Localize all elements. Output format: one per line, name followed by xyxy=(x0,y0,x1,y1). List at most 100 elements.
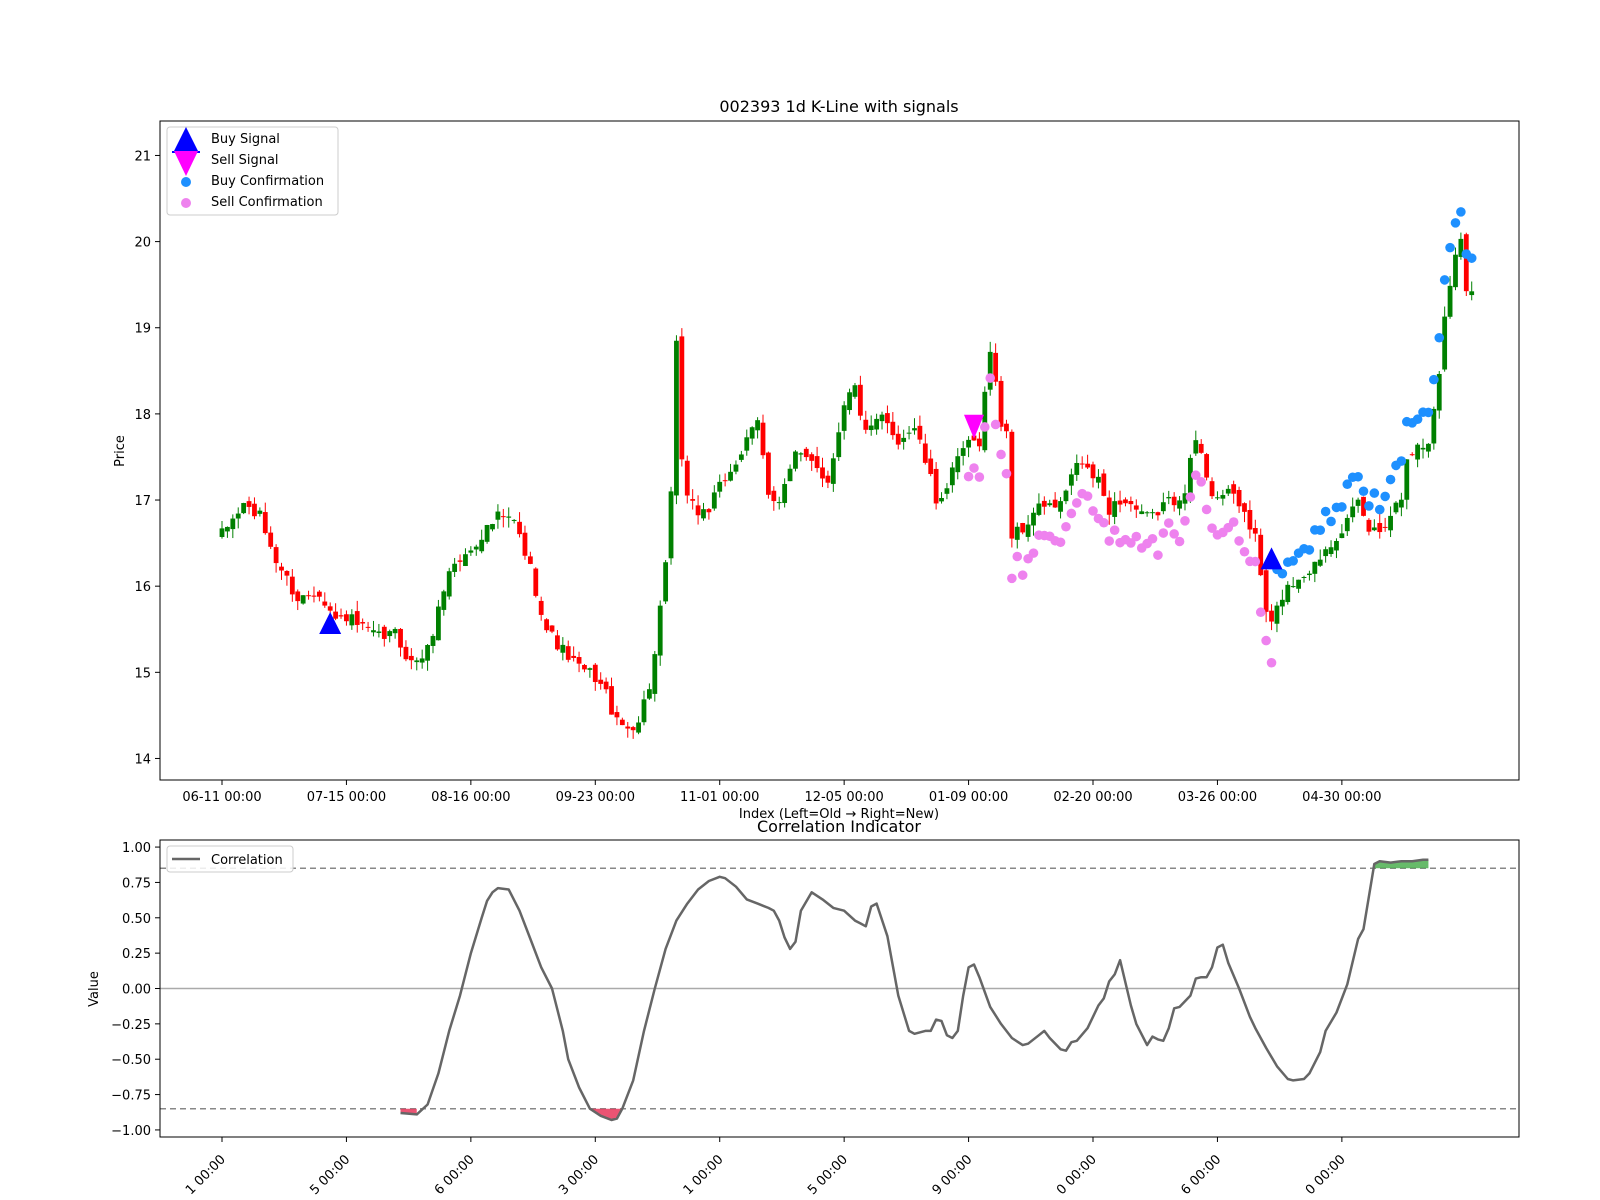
buy-confirmation-dot xyxy=(1326,516,1336,527)
corr-legend: Correlation xyxy=(166,845,294,873)
corr-y-tick-label: 0.25 xyxy=(122,947,151,962)
buy-confirmation-dot xyxy=(1445,242,1455,253)
kline-y-tick-label: 16 xyxy=(134,580,151,595)
kline-x-tick-label: 02-20 00:00 xyxy=(1053,790,1132,805)
sell-confirmation-dot xyxy=(1066,508,1077,519)
kline-y-tick-label: 18 xyxy=(134,408,151,423)
candle xyxy=(852,382,858,399)
sell-confirmation-dot xyxy=(969,463,979,473)
sell-confirmation-legend-icon xyxy=(181,198,191,208)
sell-confirmation-dot xyxy=(1104,536,1115,546)
candle xyxy=(679,328,685,467)
sell-confirmation-dot xyxy=(1012,551,1023,562)
sell-confirmation-legend-label: Sell Confirmation xyxy=(211,195,323,210)
kline-x-tick-label: 09-23 00:00 xyxy=(556,790,635,805)
candle xyxy=(674,335,679,505)
sell-confirmation-dot xyxy=(1147,533,1158,544)
corr-y-tick-label: −0.75 xyxy=(111,1089,151,1104)
kline-y-tick-label: 19 xyxy=(134,322,151,337)
corr-y-tick-label: 0.00 xyxy=(122,983,151,998)
candle xyxy=(982,386,988,453)
kline-x-tick-label: 12-05 00:00 xyxy=(804,790,883,805)
buy-signal-legend-label: Buy Signal xyxy=(211,132,280,147)
buy-confirmation-dot xyxy=(1315,525,1326,535)
buy-confirmation-legend-icon xyxy=(181,177,191,187)
sell-confirmation-dot xyxy=(1158,528,1169,538)
candle xyxy=(933,462,939,510)
sell-confirmation-dot xyxy=(996,449,1006,460)
buy-confirmation-legend-label: Buy Confirmation xyxy=(211,174,324,189)
kline-x-tick-label: 01-09 00:00 xyxy=(929,790,1008,805)
sell-confirmation-dot xyxy=(1007,573,1017,584)
corr-y-tick-label: 0.50 xyxy=(122,912,151,927)
sell-confirmation-dot xyxy=(980,422,990,432)
sell-confirmation-dot xyxy=(1099,517,1109,528)
buy-confirmation-dot xyxy=(1385,474,1396,485)
candle xyxy=(668,486,674,565)
correlation-legend-label: Correlation xyxy=(211,853,283,868)
buy-confirmation-dot xyxy=(1353,471,1363,482)
sell-confirmation-dot xyxy=(1266,657,1277,668)
sell-confirmation-dot xyxy=(1061,521,1071,532)
candle xyxy=(1009,429,1015,548)
kline-x-tick-label: 08-16 00:00 xyxy=(431,790,510,805)
buy-confirmation-dot xyxy=(1429,374,1439,385)
corr-y-tick-label: −0.50 xyxy=(111,1053,151,1068)
sell-confirmation-dot xyxy=(1250,556,1261,567)
candle xyxy=(1393,501,1399,515)
candle xyxy=(1204,452,1210,481)
kline-x-tick-label: 07-15 00:00 xyxy=(307,790,386,805)
candle xyxy=(484,524,490,544)
sell-confirmation-dot xyxy=(1255,607,1266,618)
kline-y-tick-label: 14 xyxy=(134,752,151,767)
figure: 002393 1d K-Line with signals 14 15 16 17 18… xyxy=(0,0,1600,1200)
sell-confirmation-dot xyxy=(1028,548,1039,558)
sell-confirmation-dot xyxy=(1131,531,1142,542)
sell-confirmation-dot xyxy=(985,373,996,383)
kline-y-tick-label: 20 xyxy=(134,236,151,251)
candle xyxy=(1463,232,1469,297)
sell-confirmation-dot xyxy=(1234,536,1244,546)
kline-ylabel: Price xyxy=(113,435,128,467)
buy-confirmation-dot xyxy=(1358,486,1369,497)
kline-y-tick-label: 17 xyxy=(134,494,151,509)
sell-confirmation-dot xyxy=(1196,477,1207,487)
kline-y-tick-label: 15 xyxy=(134,666,151,681)
sell-signal-legend-label: Sell Signal xyxy=(211,153,279,168)
sell-confirmation-dot xyxy=(963,471,974,482)
kline-legend: Buy Signal Sell Signal Buy Confirmation … xyxy=(166,126,339,216)
sell-confirmation-dot xyxy=(1174,536,1185,547)
sell-confirmation-dot xyxy=(1180,516,1190,526)
buy-confirmation-dot xyxy=(1374,504,1385,515)
buy-confirmation-dot xyxy=(1277,568,1288,579)
buy-confirmation-dot xyxy=(1434,332,1445,343)
sell-confirmation-dot xyxy=(1163,518,1174,528)
sell-confirmation-dot xyxy=(1153,550,1163,560)
candle xyxy=(663,559,669,604)
sell-confirmation-dot xyxy=(974,472,985,482)
sell-confirmation-dot xyxy=(1201,504,1212,515)
sell-confirmation-dot xyxy=(1239,546,1250,557)
corr-y-tick-label: −0.25 xyxy=(111,1018,151,1033)
candle xyxy=(300,595,306,605)
sell-confirmation-dot xyxy=(1017,570,1028,580)
sell-confirmation-dot xyxy=(1001,468,1012,479)
sell-confirmation-dot xyxy=(1082,491,1093,501)
buy-confirmation-dot xyxy=(1320,506,1331,517)
buy-confirmation-dot xyxy=(1450,218,1461,228)
corr-y-tick-label: 0.75 xyxy=(122,876,151,891)
buy-confirmation-dot xyxy=(1456,207,1466,217)
sell-confirmation-dot xyxy=(1228,517,1239,527)
buy-confirmation-dot xyxy=(1423,407,1434,418)
sell-confirmation-dot xyxy=(990,419,1001,430)
buy-confirmation-dot xyxy=(1439,275,1450,285)
candle xyxy=(241,502,247,515)
kline-x-tick-label: 03-26 00:00 xyxy=(1178,790,1257,805)
buy-confirmation-dot xyxy=(1466,253,1477,263)
sell-confirmation-dot xyxy=(1071,498,1082,508)
kline-x-tick-label: 04-30 00:00 xyxy=(1302,790,1381,805)
candle xyxy=(766,451,771,499)
sell-confirmation-dot xyxy=(1055,537,1066,548)
kline-title: 002393 1d K-Line with signals xyxy=(719,97,958,116)
buy-confirmation-dot xyxy=(1396,456,1407,466)
